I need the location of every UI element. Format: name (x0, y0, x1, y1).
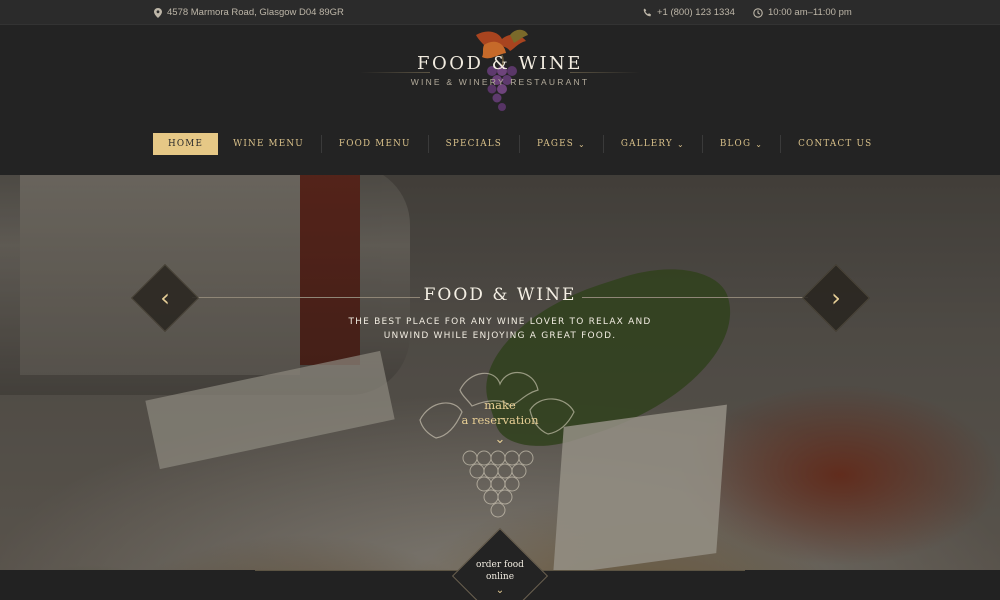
phone-text: +1 (800) 123 1334 (657, 7, 735, 18)
hours-info: 10:00 am–11:00 pm (753, 0, 852, 25)
nav-divider (602, 135, 604, 153)
nav-item-label: FOOD MENU (338, 139, 411, 149)
nav-item-gallery[interactable]: GALLERY ⌄ (606, 133, 700, 155)
nav-item-contact-us[interactable]: CONTACT US (783, 133, 887, 155)
nav-divider (701, 135, 703, 153)
reservation-label: make a reservation (400, 398, 600, 428)
phone-info[interactable]: +1 (800) 123 1334 (643, 0, 735, 25)
nav-divider (519, 135, 521, 153)
nav-item-label: CONTACT US (798, 139, 873, 149)
phone-icon (643, 8, 652, 17)
logo-title[interactable]: FOOD & WINE (0, 53, 1000, 74)
hero-slider: ‹ › FOOD & WINE THE BEST PLACE FOR ANY W… (0, 175, 1000, 570)
site-header: FOOD & WINE WINE & WINERY RESTAURANT HOM… (0, 25, 1000, 175)
chevron-down-icon: ⌄ (676, 139, 685, 149)
nav-item-pages[interactable]: PAGES ⌄ (522, 133, 601, 155)
address-info: 4578 Marmora Road, Glasgow D04 89GR (154, 0, 344, 25)
nav-item-wine-menu[interactable]: WINE MENU (218, 133, 319, 155)
clock-icon (753, 7, 763, 18)
nav-item-label: HOME (168, 139, 204, 149)
chevron-down-icon: ⌄ (494, 432, 506, 447)
logo-subtitle: WINE & WINERY RESTAURANT (410, 77, 590, 87)
main-nav: HOME WINE MENU FOOD MENU SPECIALS PAGES ⌄… (153, 133, 887, 155)
hours-text: 10:00 am–11:00 pm (768, 7, 852, 18)
reservation-line-1: make (484, 398, 516, 412)
nav-item-label: PAGES (537, 139, 574, 149)
nav-divider (780, 135, 782, 153)
hero-title: FOOD & WINE (423, 285, 577, 305)
address-text: 4578 Marmora Road, Glasgow D04 89GR (167, 7, 344, 18)
map-pin-icon (154, 7, 162, 18)
nav-item-blog[interactable]: BLOG ⌄ (705, 133, 778, 155)
nav-item-food-menu[interactable]: FOOD MENU (324, 133, 426, 155)
make-reservation-button[interactable]: make a reservation ⌄ (400, 340, 600, 530)
nav-item-specials[interactable]: SPECIALS (431, 133, 517, 155)
nav-item-home[interactable]: HOME (153, 133, 219, 155)
nav-divider (320, 135, 322, 153)
nav-item-label: SPECIALS (445, 139, 503, 149)
nav-item-label: GALLERY (620, 139, 673, 149)
reservation-line-2: a reservation (461, 413, 539, 427)
nav-divider (427, 135, 429, 153)
chevron-down-icon: ⌄ (755, 139, 764, 149)
nav-item-label: WINE MENU (233, 139, 304, 149)
top-info-bar: 4578 Marmora Road, Glasgow D04 89GR +1 (… (0, 0, 1000, 25)
hero-subtitle: THE BEST PLACE FOR ANY WINE LOVER TO REL… (348, 317, 652, 341)
chevron-down-icon: ⌄ (577, 139, 586, 149)
nav-item-label: BLOG (719, 139, 752, 149)
